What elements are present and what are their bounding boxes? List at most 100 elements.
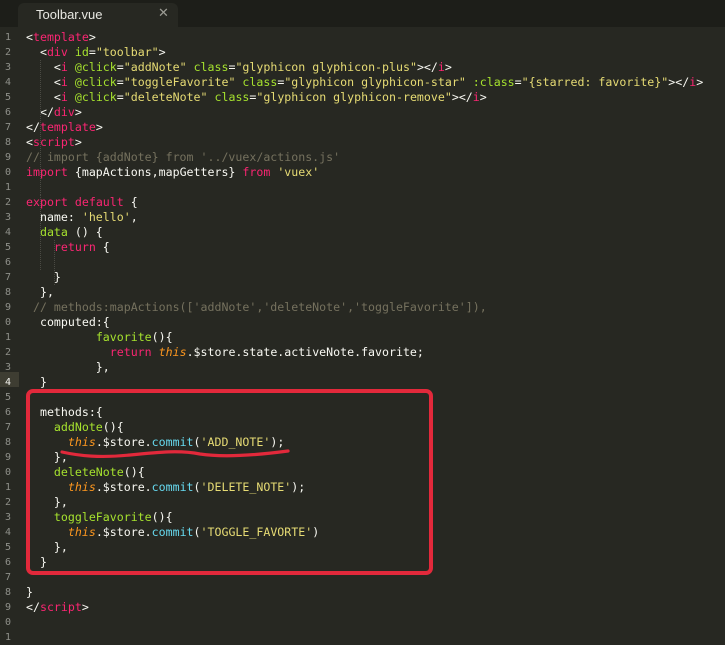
line-number: 6	[4, 557, 11, 568]
code-token: {	[123, 195, 138, 209]
code-line[interactable]: favorite(){	[26, 330, 173, 345]
code-line[interactable]: return this.$store.state.activeNote.favo…	[26, 345, 424, 360]
line-number: 9	[4, 452, 11, 463]
code-token: template	[32, 30, 89, 44]
code-token: script	[39, 600, 82, 614]
code-token: id	[74, 45, 89, 59]
line-number: 6	[4, 107, 11, 118]
code-token: >	[479, 90, 487, 104]
line-number: 8	[4, 587, 11, 598]
code-line[interactable]: <div id="toolbar">	[26, 45, 166, 60]
code-line[interactable]: }	[26, 270, 61, 285]
code-line[interactable]: },	[26, 360, 110, 375]
line-number: 9	[4, 302, 11, 313]
code-token: ,	[130, 210, 138, 224]
line-number: 1	[4, 332, 11, 343]
line-number: 2	[4, 197, 11, 208]
code-token: }	[26, 375, 47, 389]
line-number: 7	[4, 122, 11, 133]
code-line[interactable]: return {	[26, 240, 110, 255]
code-line[interactable]: <script>	[26, 135, 82, 150]
code-token: </	[26, 120, 40, 134]
line-number: 1	[4, 482, 11, 493]
code-line[interactable]: </div>	[26, 105, 82, 120]
code-token: >	[74, 105, 82, 119]
code-token: >	[81, 600, 89, 614]
code-token: =	[116, 60, 124, 74]
code-line[interactable]: <i @click="addNote" class="glyphicon gly…	[26, 60, 452, 75]
code-line[interactable]: import {mapActions,mapGetters} from 'vue…	[26, 165, 319, 180]
line-number: 6	[4, 407, 11, 418]
line-number: 0	[4, 317, 11, 328]
tab-bar: Toolbar.vue ✕	[0, 0, 725, 27]
tab-label: Toolbar.vue	[36, 7, 103, 22]
code-line[interactable]: name: 'hello',	[26, 210, 138, 225]
code-line[interactable]: },	[26, 285, 54, 300]
code-line[interactable]: <i @click="deleteNote" class="glyphicon …	[26, 90, 487, 105]
code-token: =	[88, 45, 96, 59]
line-number: 6	[4, 257, 11, 268]
code-token: >	[696, 75, 704, 89]
code-line[interactable]: </script>	[26, 600, 89, 615]
line-number: 8	[4, 437, 11, 448]
code-line[interactable]: }	[26, 375, 47, 390]
code-token: () {	[67, 225, 103, 239]
line-number: 7	[4, 572, 11, 583]
line-number: 3	[4, 512, 11, 523]
line-number: 0	[4, 467, 11, 478]
code-line[interactable]: data () {	[26, 225, 103, 240]
code-token: default	[74, 195, 124, 209]
close-icon[interactable]: ✕	[158, 6, 169, 21]
code-line[interactable]: export default {	[26, 195, 138, 210]
code-line[interactable]: // methods:mapActions(['addNote','delete…	[26, 300, 487, 315]
line-number: 4	[4, 527, 11, 538]
line-number: 5	[4, 92, 11, 103]
code-token: i	[60, 75, 68, 89]
line-number: 2	[4, 47, 11, 58]
code-token: (){	[151, 330, 173, 344]
tab-toolbar-vue[interactable]: Toolbar.vue ✕	[18, 3, 178, 27]
annotation-underline	[60, 449, 290, 459]
line-number: 2	[4, 347, 11, 358]
code-line[interactable]: }	[26, 585, 33, 600]
code-token: "glyphicon glyphicon-star"	[284, 75, 466, 89]
code-token: 'vuex'	[277, 165, 320, 179]
code-token: i	[60, 60, 68, 74]
code-token: // import {addNote} from '../vuex/action…	[26, 150, 341, 164]
code-line[interactable]: <i @click="toggleFavorite" class="glyphi…	[26, 75, 703, 90]
line-number: 0	[4, 167, 11, 178]
code-token: this	[158, 345, 187, 359]
code-token: ></	[416, 60, 438, 74]
code-token: export	[26, 195, 68, 209]
line-number: 5	[4, 542, 11, 553]
code-token: >	[88, 30, 96, 44]
code-line[interactable]: <template>	[26, 30, 96, 45]
code-token: div	[46, 45, 68, 59]
code-token: <	[26, 135, 33, 149]
code-token: @click	[74, 90, 117, 104]
code-token: ></	[451, 90, 473, 104]
indent-guide	[40, 60, 41, 195]
code-token: computed:{	[26, 315, 110, 329]
code-token: import	[26, 165, 68, 179]
code-token: },	[26, 360, 110, 374]
annotation-highlight-box	[26, 389, 433, 575]
code-line[interactable]: </template>	[26, 120, 103, 135]
code-token: {mapActions,mapGetters}	[67, 165, 243, 179]
code-line[interactable]: // import {addNote} from '../vuex/action…	[26, 150, 340, 165]
line-number: 1	[4, 632, 11, 643]
code-line[interactable]: computed:{	[26, 315, 110, 330]
line-number: 5	[4, 392, 11, 403]
code-token: data	[39, 225, 68, 239]
code-token: "toggleFavorite"	[123, 75, 236, 89]
code-token: from	[242, 165, 271, 179]
code-token: return	[109, 345, 152, 359]
code-token: class	[214, 90, 250, 104]
code-token: {	[95, 240, 110, 254]
